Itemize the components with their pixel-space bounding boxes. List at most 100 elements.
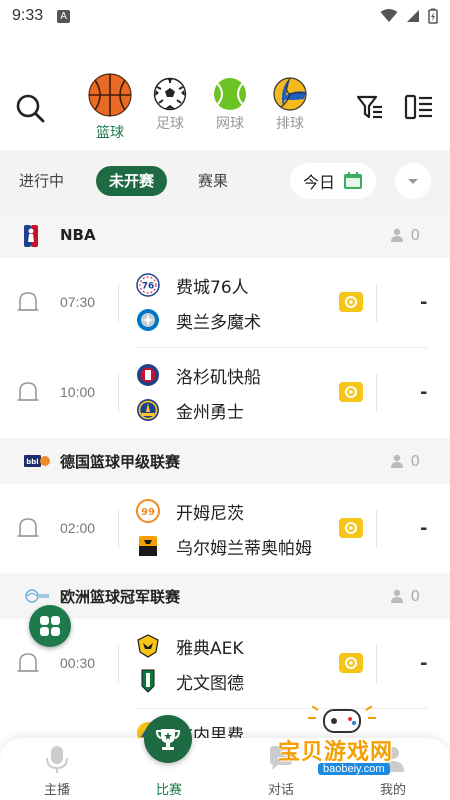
- sport-tab-tennis[interactable]: 网球: [202, 77, 258, 133]
- nav-label: 我的: [379, 783, 406, 798]
- nav-label: 主播: [43, 783, 70, 798]
- battery-icon: [428, 8, 438, 24]
- home-team: 99 开姆尼茨: [136, 499, 244, 524]
- svg-text:76: 76: [142, 282, 155, 292]
- calendar-icon: [344, 172, 362, 189]
- match-score: -: [420, 292, 428, 313]
- bell-icon[interactable]: [16, 290, 40, 316]
- tennis-ball-icon: [214, 78, 246, 110]
- away-team: 乌尔姆兰蒂奥帕姆: [136, 534, 312, 559]
- league-header[interactable]: 欧洲篮球冠军联赛 0: [0, 573, 450, 619]
- league-viewers: 0: [390, 226, 420, 244]
- match-time: 07:30: [60, 294, 96, 310]
- team-logo-aek-icon: [137, 634, 159, 658]
- sport-label: 足球: [156, 116, 184, 132]
- sport-tab-basketball[interactable]: 篮球: [82, 72, 138, 142]
- search-icon[interactable]: [14, 92, 46, 124]
- nba-logo-icon: [24, 225, 38, 247]
- sport-tab-soccer[interactable]: 足球: [142, 77, 198, 133]
- person-icon: [391, 228, 404, 242]
- home-team: 雅典AEK: [136, 634, 244, 659]
- away-team: 金州勇士: [136, 398, 244, 423]
- divider: [376, 645, 377, 683]
- league-name: 欧洲篮球冠军联赛: [60, 587, 181, 606]
- viewer-count: 0: [410, 587, 420, 605]
- sport-selector: 篮球 足球 网球 排球: [0, 64, 450, 150]
- filter-icon[interactable]: [355, 92, 385, 122]
- microphone-icon: [46, 746, 68, 773]
- live-stream-icon[interactable]: [338, 517, 364, 539]
- sport-label: 排球: [276, 116, 304, 132]
- viewer-count: 0: [410, 452, 420, 470]
- team-logo-ulm-icon: [139, 536, 157, 556]
- match-nav-button[interactable]: [144, 715, 192, 763]
- match-time: 02:00: [60, 520, 96, 536]
- team-logo-magic-icon: [137, 309, 159, 331]
- basketball-icon: [88, 73, 132, 117]
- dropdown-button[interactable]: [395, 163, 431, 199]
- tab-results[interactable]: 赛果: [198, 166, 228, 196]
- league-header[interactable]: bbl 德国篮球甲级联赛 0: [0, 438, 450, 484]
- status-time: 9:33: [12, 7, 44, 24]
- divider: [118, 510, 119, 548]
- team-name: 乌尔姆兰蒂奥帕姆: [176, 538, 312, 559]
- sport-tab-volleyball[interactable]: 排球: [262, 77, 318, 133]
- nav-label: 比赛: [155, 783, 182, 798]
- league-header[interactable]: NBA 0: [0, 212, 450, 258]
- svg-text:bbl: bbl: [26, 458, 38, 466]
- divider: [118, 645, 119, 683]
- tab-in-progress[interactable]: 进行中: [19, 166, 64, 196]
- match-score: -: [420, 518, 428, 539]
- team-logo-clippers-icon: [137, 364, 159, 386]
- bell-icon[interactable]: [16, 651, 40, 677]
- today-label: 今日: [302, 173, 335, 192]
- match-score: -: [420, 382, 428, 403]
- bbl-logo-icon: bbl: [24, 455, 50, 467]
- team-logo-warriors-icon: [137, 399, 159, 421]
- divider: [376, 284, 377, 322]
- team-name: 雅典AEK: [176, 638, 244, 659]
- notification-badge: A: [57, 9, 71, 23]
- team-name: 费城76人: [176, 277, 249, 298]
- live-stream-icon[interactable]: [338, 652, 364, 674]
- divider: [376, 374, 377, 412]
- match-score: -: [420, 653, 428, 674]
- volleyball-icon: [273, 77, 307, 111]
- team-logo-76ers-icon: 76: [136, 273, 160, 297]
- person-icon: [391, 589, 404, 603]
- team-logo-chemnitz-icon: 99: [136, 499, 160, 523]
- person-icon: [391, 454, 404, 468]
- sport-label: 篮球: [96, 125, 124, 141]
- match-time: 10:00: [60, 384, 96, 400]
- live-stream-icon[interactable]: [338, 291, 364, 313]
- list-layout-icon[interactable]: [404, 92, 434, 122]
- bell-icon[interactable]: [16, 380, 40, 406]
- away-team: 尤文图德: [136, 669, 244, 694]
- wifi-icon: [380, 9, 398, 22]
- match-row[interactable]: 07:30 76 费城76人 奥兰多魔术 -: [0, 258, 450, 348]
- home-team: 洛杉矶快船: [136, 363, 261, 388]
- today-date-button[interactable]: 今日: [290, 163, 376, 199]
- chevron-down-icon: [408, 179, 418, 184]
- watermark-url: baobeiy.com: [318, 763, 390, 775]
- bell-icon[interactable]: [16, 516, 40, 542]
- nav-label: 对话: [267, 783, 294, 798]
- home-team: 76 费城76人: [136, 273, 249, 298]
- away-team: 奥兰多魔术: [136, 308, 261, 333]
- tab-not-started[interactable]: 未开赛: [96, 166, 168, 196]
- league-viewers: 0: [390, 587, 420, 605]
- divider: [376, 510, 377, 548]
- team-name: 开姆尼茨: [176, 503, 244, 524]
- svg-text:99: 99: [141, 507, 155, 518]
- team-name: 尤文图德: [176, 673, 244, 694]
- divider: [118, 284, 119, 322]
- divider: [118, 374, 119, 412]
- grid-menu-button[interactable]: [29, 605, 71, 647]
- grid-icon: [40, 616, 60, 636]
- match-row[interactable]: 10:00 洛杉矶快船 金州勇士 -: [0, 348, 450, 438]
- match-row[interactable]: 02:00 99 开姆尼茨 乌尔姆兰蒂奥帕姆 -: [0, 484, 450, 574]
- live-stream-icon[interactable]: [338, 381, 364, 403]
- team-name: 奥兰多魔术: [176, 312, 261, 333]
- team-name: 金州勇士: [176, 402, 244, 423]
- match-status-tabs: 进行中 未开赛 赛果 今日: [0, 150, 450, 212]
